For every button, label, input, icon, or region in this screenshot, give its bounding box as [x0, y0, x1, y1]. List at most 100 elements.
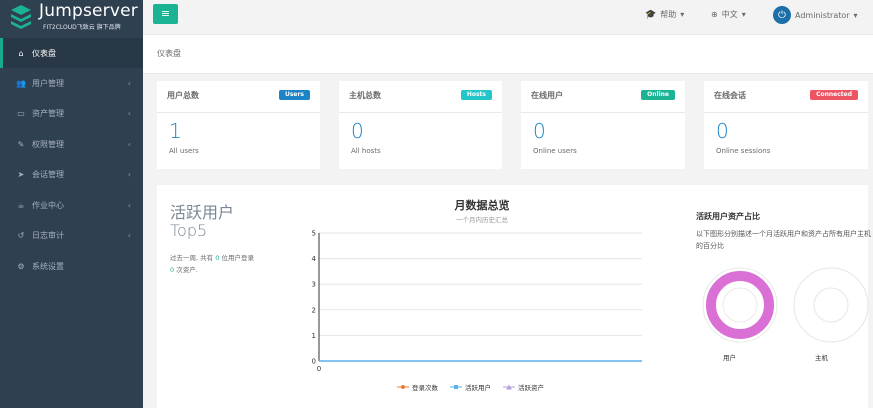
- sidebar-item-settings[interactable]: ⚙ 系统设置: [0, 251, 143, 282]
- legend-item[interactable]: 活跃资产: [503, 382, 544, 392]
- host-ratio-pie: [793, 267, 869, 343]
- chevron-left-icon: ‹: [127, 231, 131, 241]
- asset-ratio-description: 以下图形分别描述一个月活跃用户和资产占所有用户主机的百分比: [696, 230, 871, 250]
- legend-label: 活跃资产: [518, 384, 544, 392]
- card-title: 在线会话: [714, 91, 746, 100]
- pie-label-users: 用户: [723, 354, 736, 362]
- stat-card-online-users: 在线用户 Online 0 Online users: [521, 81, 685, 169]
- desc-middle: 位用户登录: [221, 254, 254, 262]
- legend-marker-icon: [397, 385, 409, 389]
- sidebar-nav: ⌂ 仪表盘 👥 用户管理 ‹ ▭ 资产管理 ‹ ✎ 权限管理 ‹ ➤ 会话管理 …: [0, 38, 143, 282]
- sidebar-item-users[interactable]: 👥 用户管理 ‹: [0, 68, 143, 99]
- chevron-left-icon: ‹: [127, 109, 131, 119]
- legend-item[interactable]: 活跃用户: [450, 382, 491, 392]
- history-icon: ↺: [17, 231, 25, 241]
- sidebar-item-label: 日志审计: [32, 231, 64, 241]
- jumpserver-logo-icon: [11, 5, 31, 29]
- status-badge: Connected: [810, 90, 858, 100]
- brand-subtitle: FIT2CLOUD飞致云 旗下品牌: [43, 24, 121, 31]
- brand-title: Jumpserver: [39, 1, 138, 21]
- card-subtitle: Online users: [533, 147, 577, 155]
- inbox-icon: ▭: [17, 109, 25, 119]
- y-tick-label: 0: [312, 358, 316, 366]
- sidebar-item-audit[interactable]: ↺ 日志审计 ‹: [0, 221, 143, 252]
- gears-icon: ⚙: [17, 261, 25, 271]
- card-title: 在线用户: [531, 91, 563, 100]
- status-badge: Online: [641, 90, 675, 100]
- y-tick-label: 4: [312, 255, 317, 263]
- stat-card-users: 用户总数 Users 1 All users: [157, 81, 320, 169]
- desc-asset-count: 0: [170, 266, 175, 274]
- sidebar-item-perms[interactable]: ✎ 权限管理 ‹: [0, 129, 143, 160]
- sidebar: Jumpserver FIT2CLOUD飞致云 旗下品牌 ⌂ 仪表盘 👥 用户管…: [0, 0, 143, 408]
- sidebar-item-label: 资产管理: [32, 109, 64, 119]
- top-navbar: ≡ 🎓 帮助 ▾ ⊕ 中文 ▾ ⏻ Administrator ▾: [143, 0, 873, 35]
- chevron-left-icon: ‹: [127, 170, 131, 180]
- asset-ratio-title: 活跃用户资产占比: [696, 212, 760, 221]
- desc-prefix: 过去一周, 共有: [170, 254, 214, 262]
- users-icon: 👥: [16, 78, 26, 88]
- help-dropdown[interactable]: 🎓 帮助 ▾: [645, 9, 684, 20]
- chart-legend: 登录次数 活跃用户 活跃资产: [397, 382, 544, 392]
- sidebar-item-label: 会话管理: [32, 170, 64, 180]
- logo[interactable]: Jumpserver FIT2CLOUD飞致云 旗下品牌: [0, 0, 143, 36]
- status-badge: Hosts: [460, 90, 492, 100]
- user-name: Administrator: [795, 10, 850, 20]
- chevron-left-icon: ‹: [127, 200, 131, 210]
- language-label: 中文: [721, 10, 738, 19]
- edit-icon: ✎: [17, 139, 25, 149]
- legend-item[interactable]: 登录次数: [397, 382, 438, 392]
- help-label: 帮助: [660, 10, 677, 19]
- page-title: 仪表盘: [157, 49, 181, 58]
- card-header: 在线用户 Online: [521, 81, 685, 113]
- user-ratio-pie: [702, 267, 778, 343]
- active-users-title-line1: 活跃用户: [170, 203, 235, 222]
- rocket-icon: ➤: [17, 170, 25, 180]
- card-subtitle: All hosts: [351, 147, 381, 155]
- y-tick-label: 1: [312, 332, 316, 340]
- sidebar-item-sessions[interactable]: ➤ 会话管理 ‹: [0, 160, 143, 191]
- legend-label: 活跃用户: [465, 384, 491, 392]
- stat-card-hosts: 主机总数 Hosts 0 All hosts: [339, 81, 502, 169]
- coffee-icon: ☕: [17, 200, 25, 210]
- overview-panel: 活跃用户 Top5 过去一周, 共有 0 位用户登录 0 次资产. 月数据总览 …: [157, 185, 871, 408]
- x-tick-label: 0: [317, 365, 321, 373]
- card-subtitle: Online sessions: [716, 147, 771, 155]
- language-dropdown[interactable]: ⊕ 中文 ▾: [711, 9, 746, 20]
- sidebar-toggle-button[interactable]: ≡: [153, 4, 178, 24]
- card-value: 0: [533, 119, 546, 143]
- globe-icon: ⊕: [711, 10, 718, 19]
- y-tick-label: 5: [312, 230, 316, 238]
- active-users-title-line2: Top5: [170, 221, 208, 240]
- card-subtitle: All users: [169, 147, 199, 155]
- card-title: 主机总数: [349, 91, 381, 100]
- monthly-line-chart: 0 1 2 3 4 5 0: [312, 230, 642, 373]
- caret-down-icon: ▾: [741, 10, 746, 19]
- active-users-description: 过去一周, 共有 0 位用户登录 0 次资产.: [170, 252, 280, 276]
- card-header: 用户总数 Users: [157, 81, 320, 113]
- card-value: 0: [351, 119, 364, 143]
- caret-down-icon: ▾: [680, 10, 685, 19]
- home-icon: ⌂: [18, 48, 24, 58]
- caret-down-icon: ▾: [853, 10, 858, 20]
- sidebar-item-label: 仪表盘: [32, 48, 56, 58]
- legend-label: 登录次数: [412, 384, 438, 392]
- y-tick-label: 3: [312, 281, 316, 289]
- chevron-left-icon: ‹: [127, 139, 131, 149]
- sidebar-item-jobs[interactable]: ☕ 作业中心 ‹: [0, 190, 143, 221]
- sidebar-item-label: 作业中心: [32, 200, 64, 210]
- sidebar-item-assets[interactable]: ▭ 资产管理 ‹: [0, 99, 143, 130]
- sidebar-item-dashboard[interactable]: ⌂ 仪表盘: [0, 38, 143, 68]
- graduation-cap-icon: 🎓: [645, 9, 657, 20]
- breadcrumb: 仪表盘: [143, 35, 873, 74]
- user-dropdown[interactable]: ⏻ Administrator ▾: [773, 6, 858, 24]
- stat-card-online-sessions: 在线会话 Connected 0 Online sessions: [704, 81, 868, 169]
- avatar: ⏻: [773, 6, 791, 24]
- card-header: 主机总数 Hosts: [339, 81, 502, 113]
- status-badge: Users: [278, 90, 310, 100]
- pie-label-hosts: 主机: [815, 354, 828, 362]
- desc-suffix: 次资产.: [176, 266, 198, 274]
- chart-subtitle: 一个月内历史汇总: [456, 216, 508, 224]
- card-header: 在线会话 Connected: [704, 81, 868, 113]
- card-title: 用户总数: [167, 91, 199, 100]
